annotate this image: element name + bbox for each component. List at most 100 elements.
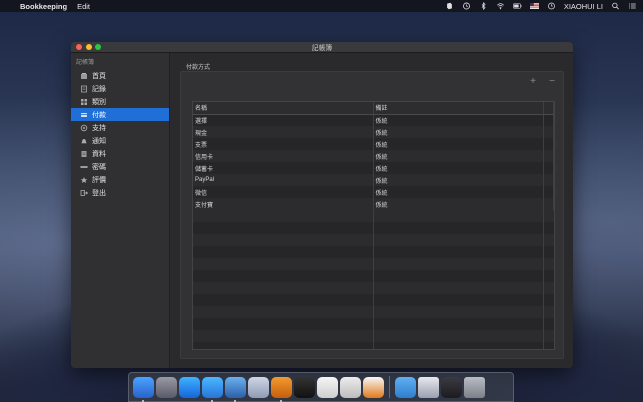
remove-button[interactable]: − <box>549 77 555 87</box>
time-machine-icon[interactable] <box>462 2 471 10</box>
sidebar-item-5[interactable]: 通知 <box>71 134 169 147</box>
cell-note: 係統 <box>373 198 544 210</box>
sidebar-item-label: 記錄 <box>92 85 106 93</box>
list-icon[interactable] <box>628 2 637 10</box>
cell-extra <box>543 198 554 210</box>
window-title: 記帳簿 <box>311 45 333 52</box>
cell-name: 支付寶 <box>193 198 374 210</box>
menu-app-name[interactable]: Bookkeeping <box>20 2 67 11</box>
display-icon[interactable] <box>441 376 462 398</box>
sidebar-item-8[interactable]: 評價 <box>71 173 169 186</box>
cell-extra <box>543 126 554 138</box>
app-window: 記帳簿 記帳簿 首頁記錄類別付款支持通知資料密碼評價登出 付款方式 + − 名稱… <box>71 42 573 368</box>
dock <box>128 372 514 402</box>
bluetooth-icon[interactable] <box>479 2 488 10</box>
sidebar-item-4[interactable]: 支持 <box>71 121 169 134</box>
cell-extra <box>543 114 554 126</box>
cell-name: 現金 <box>193 126 374 138</box>
rating-icon <box>80 176 88 184</box>
record-icon <box>80 85 88 93</box>
cell-note: 係統 <box>373 150 544 162</box>
data-icon <box>80 150 88 158</box>
sidebar-item-label: 類別 <box>92 98 106 106</box>
cell-note: 係統 <box>373 186 544 198</box>
notification-icon <box>80 137 88 145</box>
sidebar-item-2[interactable]: 類別 <box>71 95 169 108</box>
finder-icon[interactable] <box>133 376 154 402</box>
menu-edit[interactable]: Edit <box>77 2 90 11</box>
table-row[interactable]: 支付寶 係統 <box>193 198 554 210</box>
cell-name: 微信 <box>193 186 374 198</box>
cell-name: 儲蓄卡 <box>193 162 374 174</box>
clock-icon[interactable] <box>547 2 556 10</box>
cell-note: 係統 <box>373 138 544 150</box>
search-icon[interactable] <box>611 2 620 10</box>
table-row[interactable]: 選擇 係統 <box>193 114 554 126</box>
cell-note: 係統 <box>373 174 544 186</box>
column-header-note[interactable]: 備註 <box>373 102 544 115</box>
battery-icon[interactable] <box>512 2 522 10</box>
evernote-icon[interactable] <box>445 2 454 10</box>
payment-table[interactable]: 名稱 備註 選擇 係統 現金 係統 支票 係統 信用卡 係統 儲蓄卡 係統 PayPal 係統 微信 係統… <box>192 101 555 350</box>
logout-icon <box>80 189 88 197</box>
wifi-icon[interactable] <box>496 2 505 10</box>
category-icon <box>80 98 88 106</box>
xcode-icon[interactable] <box>225 376 246 402</box>
terminal-icon[interactable] <box>294 376 315 398</box>
textedit-icon[interactable] <box>340 376 361 398</box>
cell-extra <box>543 150 554 162</box>
sidebar-item-label: 密碼 <box>92 163 106 171</box>
dock-separator <box>389 376 390 398</box>
us-flag-icon[interactable] <box>529 2 539 10</box>
cell-name: 支票 <box>193 138 374 150</box>
menu-user[interactable]: XIAOHUI LI <box>564 2 603 11</box>
sidebar-item-6[interactable]: 資料 <box>71 147 169 160</box>
section-label: 付款方式 <box>186 65 211 71</box>
sidebar-item-label: 評價 <box>92 176 106 184</box>
sidebar-heading: 記帳簿 <box>76 60 95 66</box>
content-area: 付款方式 + − 名稱 備註 選擇 係統 現金 係統 支票 係統信用卡 係統 儲… <box>171 53 573 368</box>
launchpad-icon[interactable] <box>156 376 177 398</box>
table-row[interactable]: 支票 係統 <box>193 138 554 150</box>
cell-name: PayPal <box>193 174 374 186</box>
cell-note: 係統 <box>373 126 544 138</box>
cell-name: 選擇 <box>193 114 374 126</box>
sidebar-item-3[interactable]: 付款 <box>71 108 169 121</box>
app-store-icon[interactable] <box>179 376 200 398</box>
sidebar-item-label: 資料 <box>92 150 106 158</box>
downloads-folder-icon[interactable] <box>395 376 416 398</box>
table-row[interactable]: 現金 係統 <box>193 126 554 138</box>
sidebar-item-label: 付款 <box>92 111 106 119</box>
cell-extra <box>543 162 554 174</box>
trash-icon[interactable] <box>464 376 485 398</box>
column-header-name[interactable]: 名稱 <box>193 102 374 115</box>
screen-icon[interactable] <box>418 376 439 398</box>
sidebar-item-label: 登出 <box>92 189 106 197</box>
payment-panel: + − 名稱 備註 選擇 係統 現金 係統 支票 係統 信用卡 係統 儲蓄卡 係統 PayPal 係 <box>180 71 564 359</box>
safari-icon[interactable] <box>202 376 223 402</box>
table-row[interactable]: 微信 係統 <box>193 186 554 198</box>
cell-note: 係統 <box>373 114 544 126</box>
home-icon <box>80 72 88 80</box>
table-row[interactable]: PayPal 係統 <box>193 174 554 186</box>
sublime-icon[interactable] <box>271 376 292 402</box>
sidebar-item-0[interactable]: 首頁 <box>71 69 169 82</box>
password-icon <box>80 163 88 171</box>
cell-extra <box>543 138 554 150</box>
sidebar-item-label: 通知 <box>92 137 106 145</box>
table-row[interactable]: 儲蓄卡 係統 <box>193 162 554 174</box>
notes-icon[interactable] <box>317 376 338 398</box>
sidebar-item-9[interactable]: 登出 <box>71 186 169 199</box>
add-button[interactable]: + <box>530 77 536 87</box>
table-row[interactable]: 信用卡 係統 <box>193 150 554 162</box>
sidebar-item-7[interactable]: 密碼 <box>71 160 169 173</box>
cell-extra <box>543 186 554 198</box>
column-header-extra <box>543 102 554 115</box>
sidebar-item-label: 首頁 <box>92 72 106 80</box>
menu-bar: Bookkeeping Edit XIAOHUI LI <box>0 0 643 12</box>
support-icon <box>80 124 88 132</box>
box-icon[interactable] <box>248 376 269 398</box>
sidebar-item-1[interactable]: 記錄 <box>71 82 169 95</box>
vlc-icon[interactable] <box>363 376 384 398</box>
sidebar-item-label: 支持 <box>92 124 106 132</box>
